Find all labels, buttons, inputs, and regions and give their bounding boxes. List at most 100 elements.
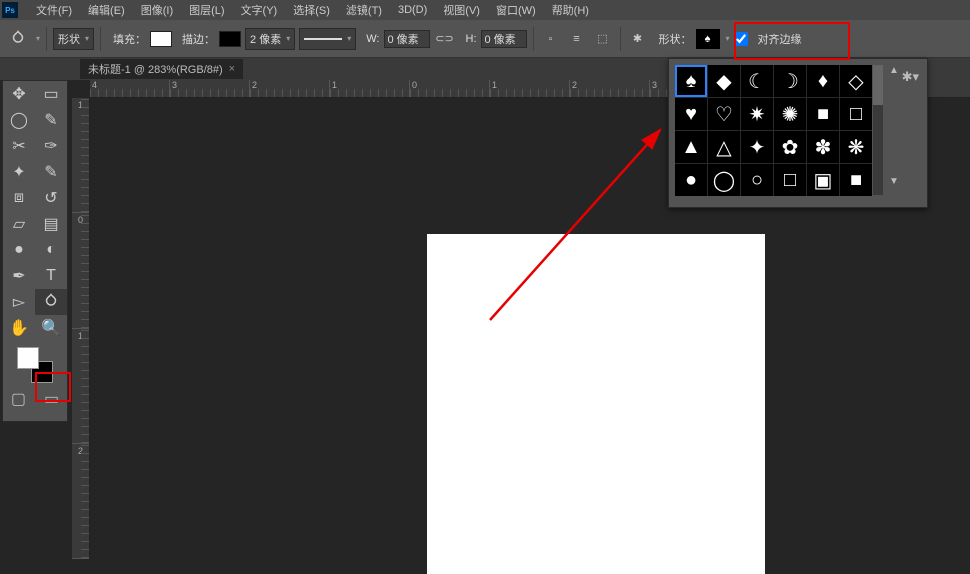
standard-mode-icon[interactable]: ▢ bbox=[11, 389, 26, 409]
ruler-tick: 1 bbox=[72, 329, 89, 444]
dodge-tool[interactable]: ◐ bbox=[35, 237, 67, 263]
gear-icon[interactable]: ✱ bbox=[627, 28, 649, 50]
tab-title: 未标题-1 @ 283%(RGB/8#) bbox=[88, 61, 223, 77]
shape-cell[interactable]: ✷ bbox=[741, 98, 773, 130]
menu-type[interactable]: 文字(Y) bbox=[233, 2, 286, 18]
mode-dropdown[interactable]: 形状▾ bbox=[53, 28, 94, 50]
pen-tool[interactable]: ✒ bbox=[3, 263, 35, 289]
stroke-width-dropdown[interactable]: 2 像素▾ bbox=[245, 28, 295, 50]
blur-tool[interactable]: ● bbox=[3, 237, 35, 263]
gradient-tool[interactable]: ▤ bbox=[35, 211, 67, 237]
stroke-swatch[interactable] bbox=[219, 31, 241, 47]
arrange-icon[interactable]: ⬚ bbox=[592, 28, 614, 50]
menu-view[interactable]: 视图(V) bbox=[435, 2, 488, 18]
link-wh-icon[interactable]: ⊂⊃ bbox=[434, 28, 456, 50]
divider bbox=[620, 27, 621, 51]
menu-image[interactable]: 图像(I) bbox=[133, 2, 181, 18]
path-select-tool[interactable]: ▻ bbox=[3, 289, 35, 315]
shape-cell[interactable]: ◇ bbox=[840, 65, 872, 97]
stroke-width-value: 2 像素 bbox=[250, 31, 281, 47]
stamp-tool[interactable]: ⧈ bbox=[3, 185, 35, 211]
shape-cell[interactable]: ♠ bbox=[675, 65, 707, 97]
shape-cell[interactable]: ◆ bbox=[708, 65, 740, 97]
scrollbar-thumb[interactable] bbox=[873, 65, 883, 105]
menu-3d[interactable]: 3D(D) bbox=[390, 4, 435, 16]
shape-cell[interactable]: □ bbox=[840, 98, 872, 130]
ruler-tick: 2 bbox=[250, 80, 330, 97]
canvas[interactable] bbox=[427, 234, 765, 574]
shape-cell[interactable]: ♥ bbox=[675, 98, 707, 130]
divider bbox=[46, 27, 47, 51]
scroll-arrows: ▲▼ bbox=[889, 65, 899, 187]
shape-cell[interactable]: ▣ bbox=[807, 164, 839, 196]
hand-tool[interactable]: ✋ bbox=[3, 315, 35, 341]
shape-cell[interactable]: ◯ bbox=[708, 164, 740, 196]
color-swatches: ▢ ▭ bbox=[3, 341, 67, 415]
shape-cell[interactable]: ▲ bbox=[675, 131, 707, 163]
brush-tool[interactable]: ✎ bbox=[35, 159, 67, 185]
chevron-down-icon[interactable]: ▾ bbox=[726, 34, 730, 43]
line-preview-icon bbox=[304, 38, 342, 40]
scrollbar[interactable] bbox=[873, 65, 883, 195]
chevron-down-icon[interactable]: ▾ bbox=[36, 34, 40, 43]
shape-cell[interactable]: ✽ bbox=[807, 131, 839, 163]
eraser-tool[interactable]: ▱ bbox=[3, 211, 35, 237]
shape-cell[interactable]: ✿ bbox=[774, 131, 806, 163]
tool-preset-icon[interactable] bbox=[6, 28, 30, 50]
ruler-vertical: 1 0 1 2 bbox=[72, 98, 90, 559]
shape-cell[interactable]: ☾ bbox=[741, 65, 773, 97]
heal-tool[interactable]: ✦ bbox=[3, 159, 35, 185]
crop-tool[interactable]: ✂ bbox=[3, 133, 35, 159]
stroke-style-dropdown[interactable]: ▾ bbox=[299, 28, 356, 50]
custom-shape-tool[interactable] bbox=[35, 289, 67, 315]
shape-preview[interactable]: ♠ bbox=[696, 29, 720, 49]
path-ops-icon[interactable]: ▫ bbox=[540, 28, 562, 50]
gear-icon[interactable]: ✱▾ bbox=[902, 69, 919, 85]
fill-swatch[interactable] bbox=[150, 31, 172, 47]
menu-edit[interactable]: 编辑(E) bbox=[80, 2, 133, 18]
lasso-tool[interactable]: ◯ bbox=[3, 107, 35, 133]
shape-cell[interactable]: ☽ bbox=[774, 65, 806, 97]
shape-cell[interactable]: ○ bbox=[741, 164, 773, 196]
shape-cell[interactable]: ● bbox=[675, 164, 707, 196]
document-tab[interactable]: 未标题-1 @ 283%(RGB/8#) × bbox=[80, 59, 243, 79]
screen-mode-icon[interactable]: ▭ bbox=[44, 389, 59, 409]
shape-cell[interactable]: ♡ bbox=[708, 98, 740, 130]
shape-cell[interactable]: □ bbox=[774, 164, 806, 196]
app-icon: Ps bbox=[2, 2, 18, 18]
type-tool[interactable]: T bbox=[35, 263, 67, 289]
marquee-tool[interactable]: ▭ bbox=[35, 81, 67, 107]
menu-bar: Ps 文件(F) 编辑(E) 图像(I) 图层(L) 文字(Y) 选择(S) 滤… bbox=[0, 0, 970, 20]
fg-bg-swatch[interactable] bbox=[17, 347, 53, 383]
zoom-tool[interactable]: 🔍 bbox=[35, 315, 67, 341]
align-icon[interactable]: ≡ bbox=[566, 28, 588, 50]
menu-file[interactable]: 文件(F) bbox=[28, 2, 80, 18]
height-input[interactable] bbox=[481, 30, 527, 48]
shape-cell[interactable]: △ bbox=[708, 131, 740, 163]
move-tool[interactable]: ✥ bbox=[3, 81, 35, 107]
arrow-down-icon[interactable]: ▼ bbox=[889, 176, 899, 187]
eyedropper-tool[interactable]: ✑ bbox=[35, 133, 67, 159]
menu-help[interactable]: 帮助(H) bbox=[544, 2, 597, 18]
options-bar: ▾ 形状▾ 填充： 描边： 2 像素▾ ▾ W: ⊂⊃ H: ▫ ≡ ⬚ ✱ 形… bbox=[0, 20, 970, 58]
shape-cell[interactable]: ♦ bbox=[807, 65, 839, 97]
shape-cell[interactable]: ✺ bbox=[774, 98, 806, 130]
menu-filter[interactable]: 滤镜(T) bbox=[338, 2, 390, 18]
shape-cell[interactable]: ■ bbox=[840, 164, 872, 196]
menu-window[interactable]: 窗口(W) bbox=[488, 2, 544, 18]
width-input[interactable] bbox=[384, 30, 430, 48]
menu-layer[interactable]: 图层(L) bbox=[181, 2, 232, 18]
shape-cell[interactable]: ✦ bbox=[741, 131, 773, 163]
arrow-up-icon[interactable]: ▲ bbox=[889, 65, 899, 76]
ruler-tick: 1 bbox=[490, 80, 570, 97]
align-edges-checkbox[interactable] bbox=[734, 32, 748, 46]
history-brush-tool[interactable]: ↺ bbox=[35, 185, 67, 211]
foreground-color[interactable] bbox=[17, 347, 39, 369]
ruler-tick: 0 bbox=[72, 213, 89, 328]
quick-select-tool[interactable]: ✎ bbox=[35, 107, 67, 133]
shape-cell[interactable]: ❋ bbox=[840, 131, 872, 163]
shape-cell[interactable]: ■ bbox=[807, 98, 839, 130]
close-icon[interactable]: × bbox=[229, 63, 235, 75]
ruler-tick: 3 bbox=[170, 80, 250, 97]
menu-select[interactable]: 选择(S) bbox=[285, 2, 338, 18]
